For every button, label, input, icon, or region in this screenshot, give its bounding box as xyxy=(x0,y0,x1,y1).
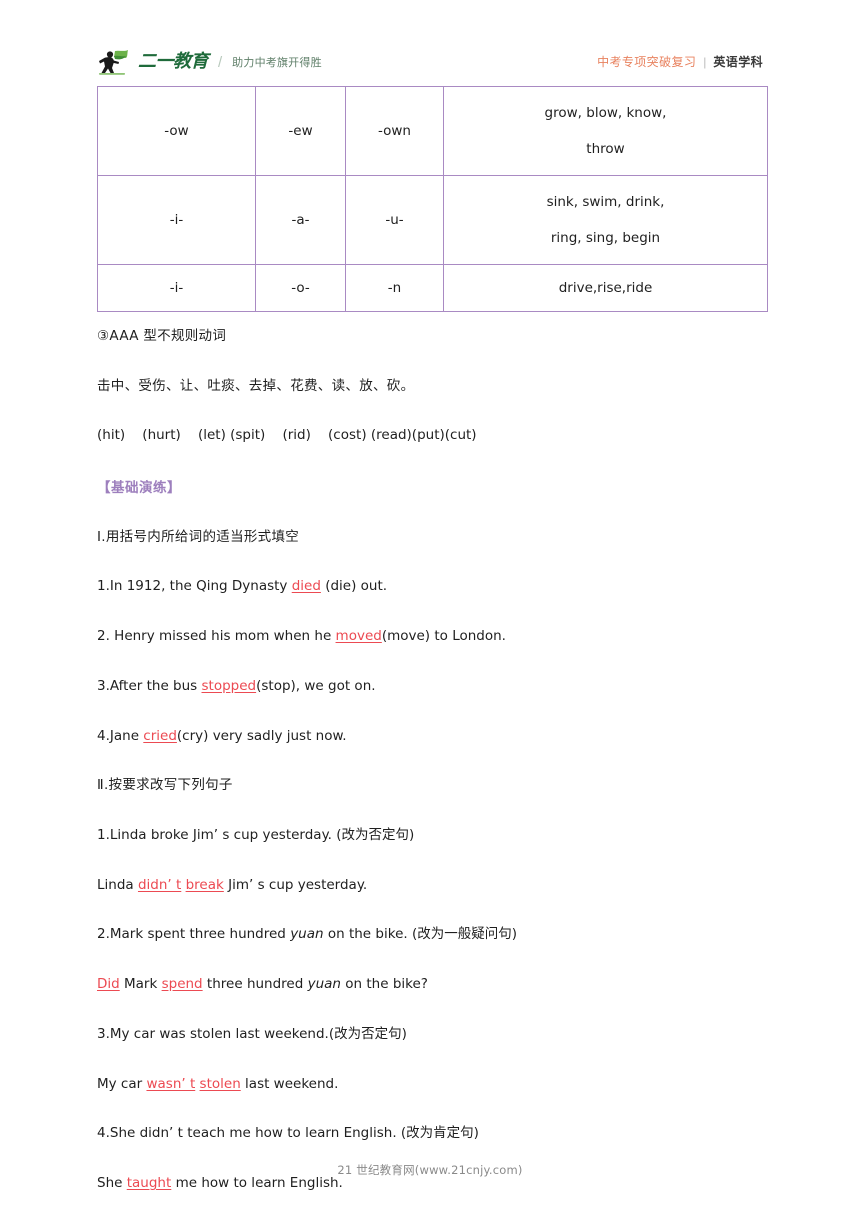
exercise-item-2-1-question: 1.Linda broke Jim’ s cup yesterday. (改为否… xyxy=(97,826,415,843)
header-right-block: 中考专项突破复习 | 英语学科 xyxy=(597,56,763,68)
answer-blank: didn’ t xyxy=(137,876,182,893)
verb-pattern-table: -ow -ew -own grow, blow, know, throw -i-… xyxy=(97,86,768,312)
exercise-item-2-4-question: 4.She didn’ t teach me how to learn Engl… xyxy=(97,1125,479,1142)
question-text: (cry) very sadly just now. xyxy=(176,727,347,744)
example-line: throw xyxy=(586,141,625,157)
table-cell-pattern3: -n xyxy=(345,264,444,312)
exercise-item-2-3-question: 3.My car was stolen last weekend.(改为否定句) xyxy=(97,1025,407,1042)
answer-blank: died xyxy=(291,578,321,595)
answer-blank: cried xyxy=(143,727,177,744)
question-text: 4.Jane xyxy=(97,727,144,744)
table-cell-pattern2: -ew xyxy=(255,86,346,176)
header-subject-label: 英语学科 xyxy=(713,55,763,69)
section2-heading: Ⅱ.按要求改写下列句子 xyxy=(97,777,233,794)
answer-blank: spend xyxy=(161,976,203,993)
table-cell-pattern1: -i- xyxy=(97,264,256,312)
answer-blank: stopped xyxy=(201,677,257,694)
question-text: 2.Mark spent three hundred xyxy=(97,926,291,943)
question-text: (move) to London. xyxy=(381,628,506,645)
chinese-verb-list: 击中、受伤、让、吐痰、去掉、花费、读、放、砍。 xyxy=(97,377,415,394)
page-header: 二一教育 / 助力中考旗开得胜 中考专项突破复习 | 英语学科 xyxy=(97,44,763,80)
exercise-item-2-3-answer: My car wasn’ t stolen last weekend. xyxy=(97,1075,787,1093)
table-cell-examples: sink, swim, drink, ring, sing, begin xyxy=(443,175,768,265)
answer-text: three hundred xyxy=(202,976,308,993)
heading-aaa-verbs: ③AAA 型不规则动词 xyxy=(97,328,227,344)
table-cell-pattern3: -own xyxy=(345,86,444,176)
table-cell-pattern2: -o- xyxy=(255,264,346,312)
exercise-item-2-1-answer: Linda didn’ t break Jim’ s cup yesterday… xyxy=(97,876,787,894)
example-line: ring, sing, begin xyxy=(550,230,661,246)
question-text: 1.In 1912, the Qing Dynasty xyxy=(97,578,292,595)
page-footer: 21 世纪教育网(www.21cnjy.com) xyxy=(337,1163,523,1177)
italic-term: yuan xyxy=(307,976,341,993)
answer-text: Mark xyxy=(119,976,162,993)
answer-text: Linda xyxy=(97,876,138,893)
brand-divider: / xyxy=(218,53,223,71)
answer-blank: Did xyxy=(97,976,120,993)
answer-text: last weekend. xyxy=(240,1075,339,1092)
exercise-item-1-1: 1.In 1912, the Qing Dynasty died (die) o… xyxy=(97,577,787,595)
table-cell-examples: grow, blow, know, throw xyxy=(443,86,768,176)
brand-name: 二一教育 xyxy=(138,51,209,72)
document-content: ③AAA 型不规则动词 击中、受伤、让、吐痰、去掉、花费、读、放、砍。 (hit… xyxy=(97,327,787,1224)
document-page: 二一教育 / 助力中考旗开得胜 中考专项突破复习 | 英语学科 -ow -ew … xyxy=(0,0,860,1216)
table-row: -i- -a- -u- sink, swim, drink, ring, sin… xyxy=(97,175,768,265)
brand-slogan: 助力中考旗开得胜 xyxy=(232,55,322,69)
question-text: 2. Henry missed his mom when he xyxy=(97,628,336,645)
answer-text: Jim’ s cup yesterday. xyxy=(223,876,368,893)
answer-blank: stolen xyxy=(199,1075,241,1092)
question-text: (die) out. xyxy=(320,578,388,595)
table-cell-pattern1: -i- xyxy=(97,175,256,265)
exercise-section-title: 【基础演练】 xyxy=(97,480,181,497)
table-row: -i- -o- -n drive,rise,ride xyxy=(97,264,768,312)
answer-blank: wasn’ t xyxy=(146,1075,196,1092)
example-line: grow, blow, know, xyxy=(544,105,667,121)
exercise-item-2-2-answer: Did Mark spend three hundred yuan on the… xyxy=(97,975,787,993)
table-row: -ow -ew -own grow, blow, know, throw xyxy=(97,86,768,176)
table-cell-pattern1: -ow xyxy=(97,86,256,176)
section1-heading: Ⅰ.用括号内所给词的适当形式填空 xyxy=(97,528,300,545)
exercise-item-2-2-question: 2.Mark spent three hundred yuan on the b… xyxy=(97,925,787,943)
question-text: 3.After the bus xyxy=(97,677,202,694)
example-line: sink, swim, drink, xyxy=(546,194,665,210)
table-cell-examples: drive,rise,ride xyxy=(443,264,768,312)
answer-text: My car xyxy=(97,1075,147,1092)
question-text: (stop), we got on. xyxy=(256,677,376,694)
exercise-item-1-3: 3.After the bus stopped(stop), we got on… xyxy=(97,677,787,695)
table-cell-pattern2: -a- xyxy=(255,175,346,265)
exercise-item-1-4: 4.Jane cried(cry) very sadly just now. xyxy=(97,727,787,745)
answer-text: on the bike? xyxy=(340,976,428,993)
header-course-label: 中考专项突破复习 xyxy=(597,55,697,69)
table-cell-pattern3: -u- xyxy=(345,175,444,265)
english-verb-list: (hit) (hurt) (let) (spit) (rid) (cost) (… xyxy=(97,427,477,444)
question-text: on the bike. (改为一般疑问句) xyxy=(323,926,517,943)
italic-term: yuan xyxy=(290,926,324,943)
answer-blank: moved xyxy=(335,628,382,645)
header-separator: | xyxy=(703,55,707,69)
running-man-flag-icon xyxy=(99,50,128,75)
exercise-item-1-2: 2. Henry missed his mom when he moved(mo… xyxy=(97,627,787,645)
brand-block: 二一教育 / 助力中考旗开得胜 xyxy=(97,49,322,75)
answer-blank: break xyxy=(185,876,224,893)
